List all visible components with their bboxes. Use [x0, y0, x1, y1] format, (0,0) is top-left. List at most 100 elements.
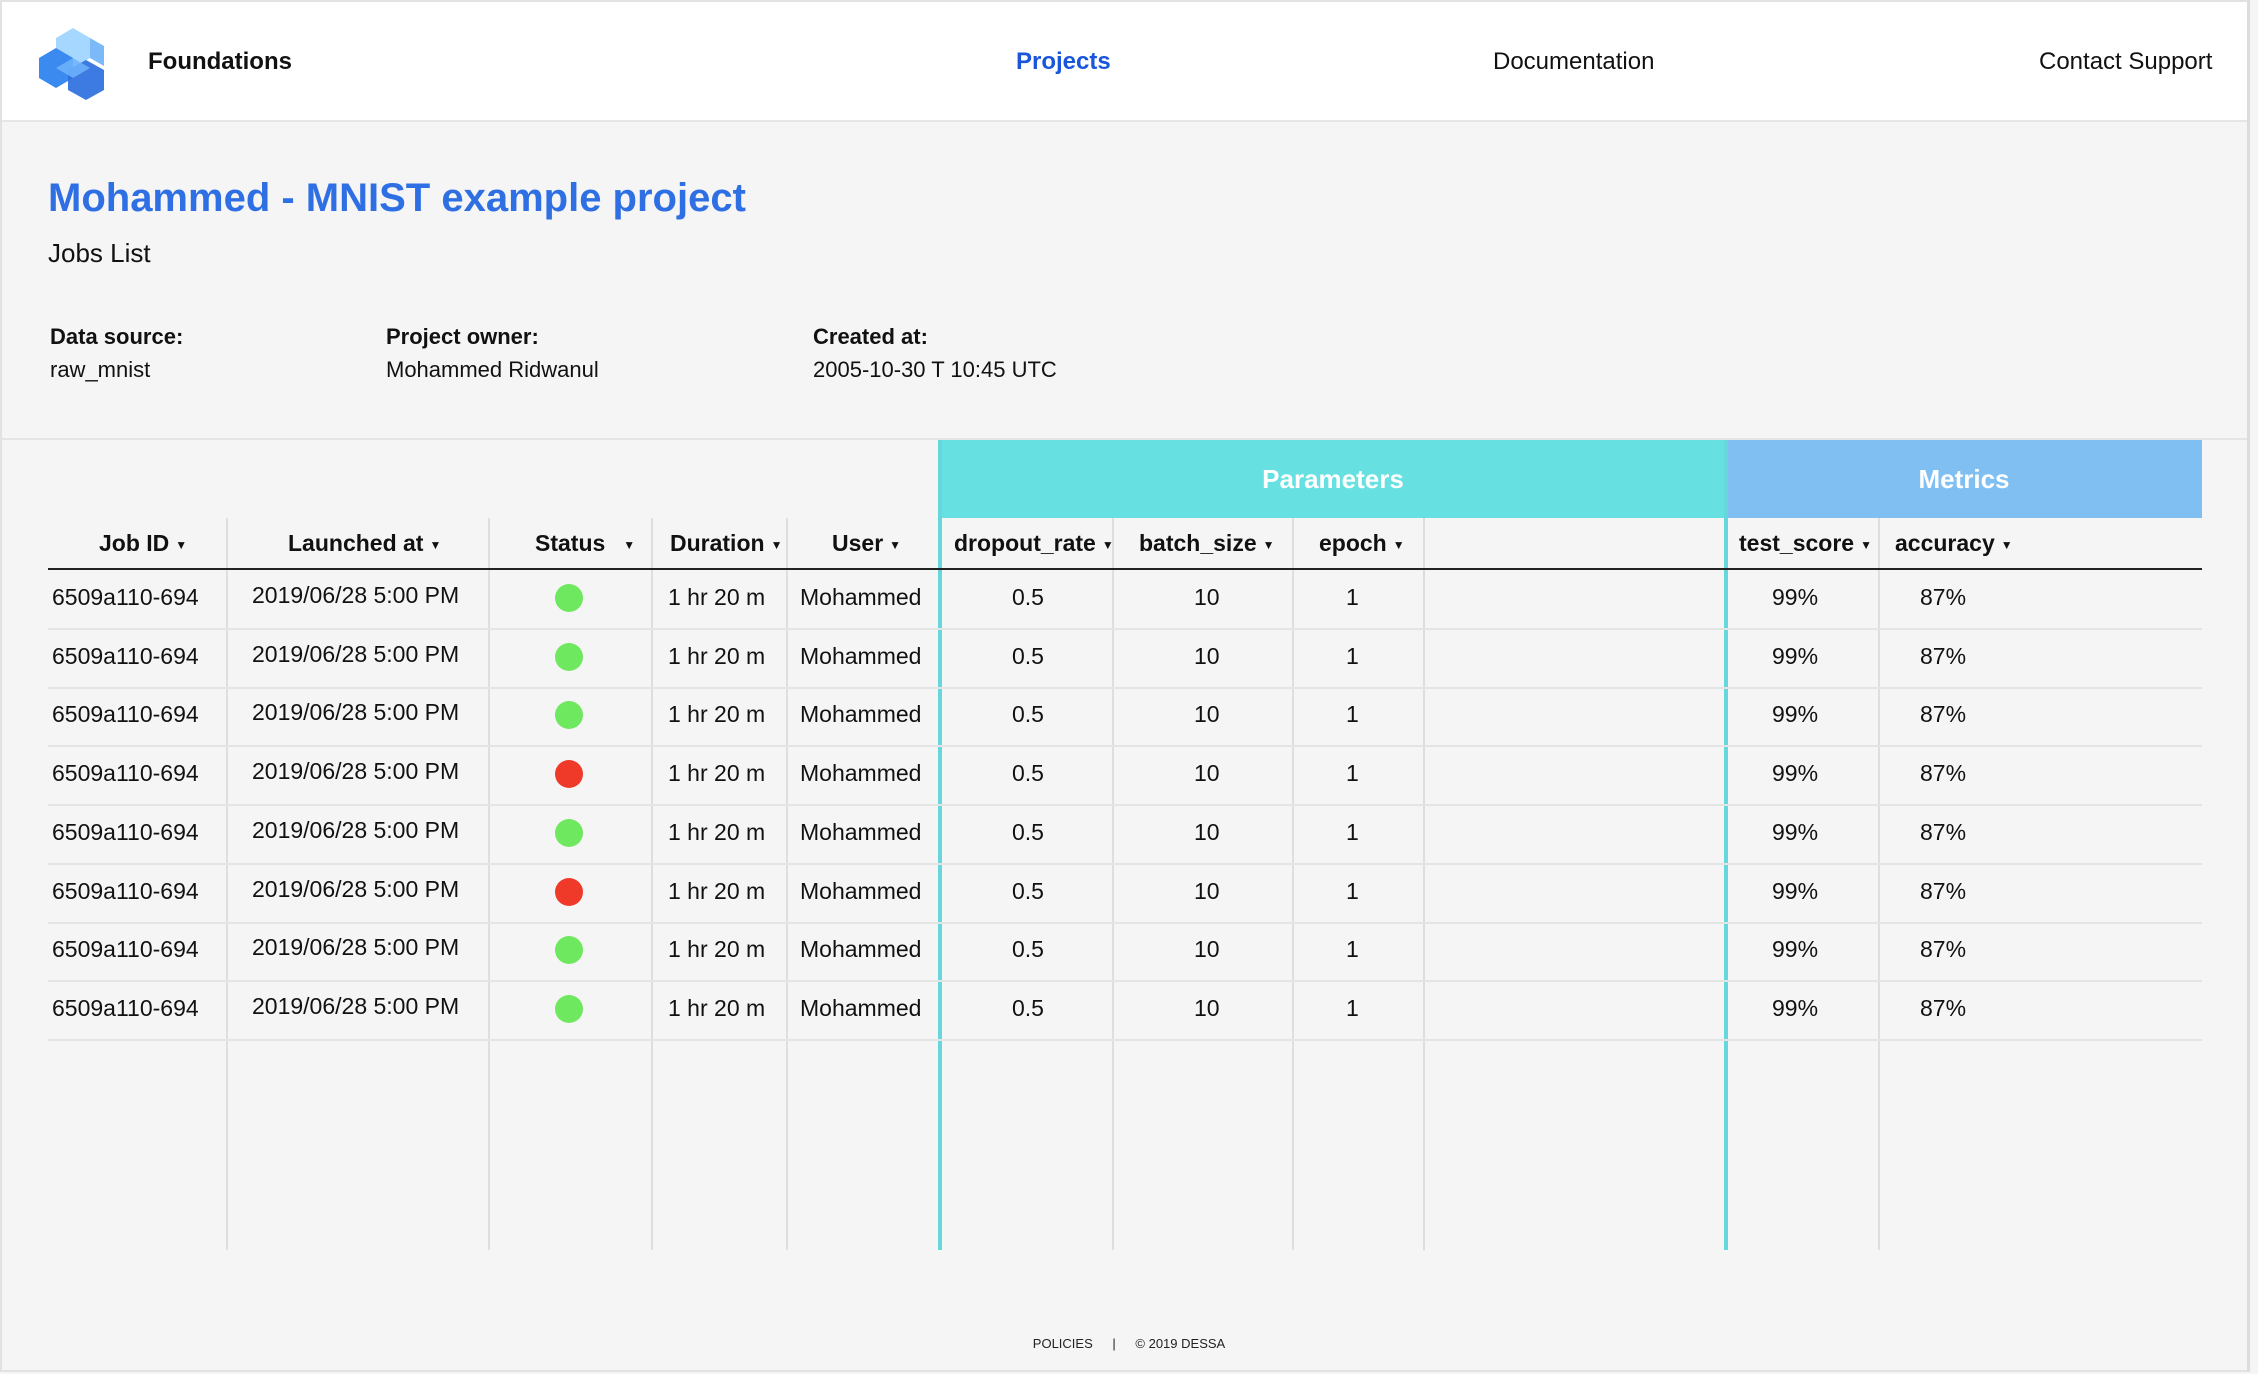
- user-cell: Mohammed: [800, 877, 922, 904]
- table-row[interactable]: 6509a110-694 2019/06/28 5:00 PM 1 hr 20 m M…: [48, 864, 2202, 924]
- status-failed-indicator-icon: [555, 877, 583, 906]
- copyright-text: © 2019 DESSA: [1135, 1336, 1226, 1351]
- accuracy-cell: 87%: [1920, 642, 1967, 669]
- status-success-indicator-icon: [555, 642, 583, 671]
- col-header-dropout-rate[interactable]: dropout_rate ▼: [954, 530, 1114, 557]
- dropout-rate-cell: 0.5: [1012, 936, 1044, 963]
- table-row[interactable]: 6509a110-694 2019/06/28 5:00 PM 1 hr 20 m M…: [48, 687, 2202, 748]
- status-success-indicator-icon: [555, 584, 583, 612]
- accuracy-cell: 87%: [1920, 584, 1967, 610]
- sort-caret-icon: ▼: [1262, 537, 1275, 552]
- table-row[interactable]: 6509a110-694 2019/06/28 5:00 PM 1 hr 20 m M…: [48, 805, 2202, 865]
- job-id-cell: 6509a110-694: [52, 936, 199, 963]
- sort-caret-icon: ▼: [623, 537, 636, 552]
- job-id-cell: 6509a110-694: [52, 994, 199, 1021]
- data-source-label: Data source:: [50, 324, 184, 349]
- col-header-status[interactable]: Status ▼: [535, 530, 635, 557]
- test-score-cell: 99%: [1772, 936, 1819, 963]
- job-id-cell: 6509a110-694: [52, 760, 199, 787]
- status-success-indicator-icon: [555, 701, 583, 730]
- batch-size-cell: 10: [1194, 877, 1220, 904]
- col-header-job-id[interactable]: Job ID ▼: [99, 530, 187, 557]
- col-header-duration[interactable]: Duration ▼: [670, 530, 782, 557]
- status-success-indicator-icon: [555, 818, 583, 847]
- launched-at-cell: 2019/06/28 5:00 PM: [252, 992, 460, 1019]
- parameters-group-header: Parameters: [940, 440, 1726, 518]
- nav-contact-support[interactable]: Contact Support: [2039, 48, 2212, 76]
- batch-size-cell: 10: [1194, 701, 1220, 728]
- user-cell: Mohammed: [800, 760, 922, 787]
- epoch-cell: 1: [1346, 994, 1359, 1021]
- status-success-indicator-icon: [555, 936, 583, 965]
- col-header-label: dropout_rate: [954, 530, 1096, 556]
- col-header-user[interactable]: User ▼: [832, 530, 901, 557]
- col-header-label: accuracy: [1895, 530, 1995, 556]
- launched-at-cell: 2019/06/28 5:00 PM: [252, 875, 460, 902]
- sort-caret-icon: ▼: [175, 537, 188, 552]
- user-cell: Mohammed: [800, 701, 922, 728]
- col-header-label: batch_size: [1139, 530, 1257, 556]
- accuracy-cell: 87%: [1920, 818, 1967, 845]
- duration-cell: 1 hr 20 m: [668, 642, 766, 669]
- batch-size-cell: 10: [1194, 760, 1220, 787]
- dropout-rate-cell: 0.5: [1012, 818, 1044, 845]
- sort-caret-icon: ▼: [2000, 537, 2013, 552]
- data-source-value: raw_mnist: [50, 357, 151, 382]
- footer-separator: |: [1112, 1336, 1116, 1351]
- col-header-epoch[interactable]: epoch ▼: [1319, 530, 1405, 557]
- table-row[interactable]: 6509a110-694 2019/06/28 5:00 PM 1 hr 20 m M…: [48, 981, 2202, 1041]
- user-cell: Mohammed: [800, 818, 922, 845]
- launched-at-cell: 2019/06/28 5:00 PM: [252, 699, 460, 726]
- accuracy-cell: 87%: [1920, 936, 1967, 963]
- brand-name[interactable]: Foundations: [148, 48, 292, 76]
- batch-size-cell: 10: [1194, 994, 1220, 1021]
- table-row[interactable]: 6509a110-694 2019/06/28 5:00 PM 1 hr 20 m M…: [48, 922, 2202, 983]
- col-header-launched-at[interactable]: Launched at ▼: [288, 530, 441, 557]
- batch-size-cell: 10: [1194, 818, 1220, 845]
- epoch-cell: 1: [1346, 818, 1359, 845]
- col-header-label: test_score: [1739, 530, 1855, 556]
- user-cell: Mohammed: [800, 994, 922, 1021]
- dropout-rate-cell: 0.5: [1012, 994, 1044, 1021]
- col-header-batch-size[interactable]: batch_size ▼: [1139, 530, 1275, 557]
- table-row[interactable]: 6509a110-694 2019/06/28 5:00 PM 1 hr 20 m M…: [48, 746, 2202, 807]
- batch-size-cell: 10: [1194, 642, 1220, 669]
- test-score-cell: 99%: [1772, 642, 1819, 669]
- sort-caret-icon: ▼: [429, 537, 442, 552]
- test-score-cell: 99%: [1772, 818, 1819, 845]
- launched-at-cell: 2019/06/28 5:00 PM: [252, 758, 460, 785]
- nav-projects[interactable]: Projects: [1016, 48, 1111, 76]
- user-cell: Mohammed: [800, 936, 922, 963]
- col-header-label: Status: [535, 530, 606, 556]
- col-header-accuracy[interactable]: accuracy ▼: [1895, 530, 2013, 557]
- sort-caret-icon: ▼: [889, 537, 902, 552]
- duration-cell: 1 hr 20 m: [668, 760, 766, 787]
- duration-cell: 1 hr 20 m: [668, 584, 766, 610]
- dropout-rate-cell: 0.5: [1012, 642, 1044, 669]
- col-header-label: epoch: [1319, 530, 1387, 556]
- epoch-cell: 1: [1346, 584, 1359, 610]
- created-at-value: 2005-10-30 T 10:45 UTC: [813, 357, 1057, 382]
- policies-link[interactable]: POLICIES: [1033, 1336, 1093, 1351]
- foundations-logo-icon[interactable]: [34, 26, 112, 102]
- table-row[interactable]: 6509a110-694 2019/06/28 5:00 PM 1 hr 20 m M…: [48, 629, 2202, 689]
- test-score-cell: 99%: [1772, 701, 1819, 728]
- top-header: Foundations Projects Documentation Conta…: [0, 0, 2250, 122]
- dropout-rate-cell: 0.5: [1012, 701, 1044, 728]
- accuracy-cell: 87%: [1920, 994, 1967, 1021]
- page-title: Mohammed - MNIST example project: [48, 176, 746, 220]
- launched-at-cell: 2019/06/28 5:00 PM: [252, 816, 460, 843]
- job-id-cell: 6509a110-694: [52, 642, 199, 669]
- sort-caret-icon: ▼: [1101, 537, 1114, 552]
- user-cell: Mohammed: [800, 584, 922, 610]
- test-score-cell: 99%: [1772, 877, 1819, 904]
- dropout-rate-cell: 0.5: [1012, 584, 1044, 610]
- launched-at-cell: 2019/06/28 5:00 PM: [252, 640, 460, 667]
- nav-documentation[interactable]: Documentation: [1493, 48, 1654, 76]
- dropout-rate-cell: 0.5: [1012, 760, 1044, 787]
- sort-caret-icon: ▼: [1860, 537, 1872, 552]
- col-header-test-score[interactable]: test_score ▼: [1739, 530, 1872, 557]
- table-row[interactable]: 6509a110-694 2019/06/28 5:00 PM 1 hr 20 m M…: [48, 570, 2202, 630]
- duration-cell: 1 hr 20 m: [668, 877, 766, 904]
- launched-at-cell: 2019/06/28 5:00 PM: [252, 934, 460, 961]
